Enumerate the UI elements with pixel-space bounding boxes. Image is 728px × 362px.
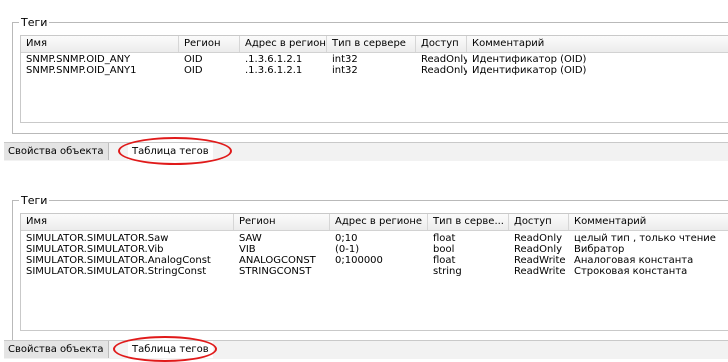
cell-name: SIMULATOR.SIMULATOR.AnalogConst xyxy=(26,255,211,266)
cell-access: ReadOnly xyxy=(514,244,563,255)
table-row[interactable]: SIMULATOR.SIMULATOR.StringConst STRINGCO… xyxy=(21,266,728,277)
table-row[interactable]: SIMULATOR.SIMULATOR.Vib VIB (0-1) bool R… xyxy=(21,244,728,255)
tab-tag-table[interactable]: Таблица тегов xyxy=(128,143,213,160)
cell-name: SIMULATOR.SIMULATOR.Saw xyxy=(26,233,169,244)
column-header-access[interactable]: Доступ xyxy=(416,36,467,52)
cell-name: SNMP.SNMP.OID_ANY1 xyxy=(26,65,137,76)
cell-region: STRINGCONST xyxy=(239,266,312,277)
column-header-comment[interactable]: Комментарий xyxy=(467,36,728,52)
cell-name: SIMULATOR.SIMULATOR.StringConst xyxy=(26,266,207,277)
column-header-region[interactable]: Регион xyxy=(179,36,240,52)
column-header-server-type[interactable]: Тип в сервере xyxy=(327,36,416,52)
cell-access: ReadWrite xyxy=(514,266,566,277)
column-header-address[interactable]: Адрес в регионе xyxy=(240,36,327,52)
column-header-access[interactable]: Доступ xyxy=(509,214,569,230)
cell-server-type: int32 xyxy=(332,65,358,76)
cell-comment: целый тип , только чтение xyxy=(574,233,716,244)
cell-region: VIB xyxy=(239,244,256,255)
cell-comment: Идентификатор (OID) xyxy=(472,65,587,76)
cell-region: OID xyxy=(184,54,203,65)
cell-server-type: string xyxy=(433,266,462,277)
cell-address xyxy=(330,266,428,277)
cell-comment: Идентификатор (OID) xyxy=(472,54,587,65)
tags-group-top: Теги Имя Регион Адрес в регионе Тип в се… xyxy=(12,16,728,134)
cell-access: ReadOnly xyxy=(421,54,467,65)
table-row[interactable]: SNMP.SNMP.OID_ANY OID .1.3.6.1.2.1 int32… xyxy=(21,54,728,65)
tags-table-top[interactable]: Имя Регион Адрес в регионе Тип в сервере… xyxy=(20,35,728,123)
cell-server-type: int32 xyxy=(332,54,358,65)
cell-comment: Строковая константа xyxy=(574,266,688,277)
column-header-comment[interactable]: Комментарий xyxy=(569,214,728,230)
group-title: Теги xyxy=(19,16,50,29)
column-header-region[interactable]: Регион xyxy=(234,214,330,230)
tab-object-properties[interactable]: Свойства объекта xyxy=(4,341,109,358)
tab-tag-table[interactable]: Таблица тегов xyxy=(128,341,213,358)
cell-address: .1.3.6.1.2.1 xyxy=(245,54,303,65)
table-row[interactable]: SNMP.SNMP.OID_ANY1 OID .1.3.6.1.2.1 int3… xyxy=(21,65,728,76)
cell-address: 0;10 xyxy=(335,233,358,244)
cell-address: 0;100000 xyxy=(335,255,383,266)
cell-server-type: float xyxy=(433,233,456,244)
table-row[interactable]: SIMULATOR.SIMULATOR.Saw SAW 0;10 float R… xyxy=(21,233,728,244)
cell-access: ReadOnly xyxy=(421,65,467,76)
cell-comment: Аналоговая константа xyxy=(574,255,694,266)
tab-strip-top: Свойства объекта Таблица тегов xyxy=(4,142,728,161)
group-title: Теги xyxy=(19,194,50,207)
column-header-server-type[interactable]: Тип в серве... xyxy=(428,214,509,230)
cell-access: ReadOnly xyxy=(514,233,563,244)
cell-server-type: float xyxy=(433,255,456,266)
column-header-address[interactable]: Адрес в регионе xyxy=(330,214,428,230)
tags-group-bottom: Теги Имя Регион Адрес в регионе Тип в се… xyxy=(12,194,728,342)
table-header: Имя Регион Адрес в регионе Тип в серве..… xyxy=(21,214,728,231)
cell-access: ReadWrite xyxy=(514,255,566,266)
cell-server-type: bool xyxy=(433,244,455,255)
table-header: Имя Регион Адрес в регионе Тип в сервере… xyxy=(21,36,728,53)
tags-table-bottom[interactable]: Имя Регион Адрес в регионе Тип в серве..… xyxy=(20,213,728,331)
cell-comment: Вибратор xyxy=(574,244,625,255)
tab-object-properties[interactable]: Свойства объекта xyxy=(4,143,109,160)
cell-address: .1.3.6.1.2.1 xyxy=(245,65,303,76)
column-header-name[interactable]: Имя xyxy=(21,214,234,230)
cell-name: SIMULATOR.SIMULATOR.Vib xyxy=(26,244,164,255)
column-header-name[interactable]: Имя xyxy=(21,36,179,52)
table-row[interactable]: SIMULATOR.SIMULATOR.AnalogConst ANALOGCO… xyxy=(21,255,728,266)
cell-region: OID xyxy=(184,65,203,76)
cell-region: SAW xyxy=(239,233,262,244)
cell-address: (0-1) xyxy=(335,244,360,255)
cell-region: ANALOGCONST xyxy=(239,255,316,266)
tab-strip-bottom: Свойства объекта Таблица тегов xyxy=(4,340,728,359)
cell-name: SNMP.SNMP.OID_ANY xyxy=(26,54,131,65)
